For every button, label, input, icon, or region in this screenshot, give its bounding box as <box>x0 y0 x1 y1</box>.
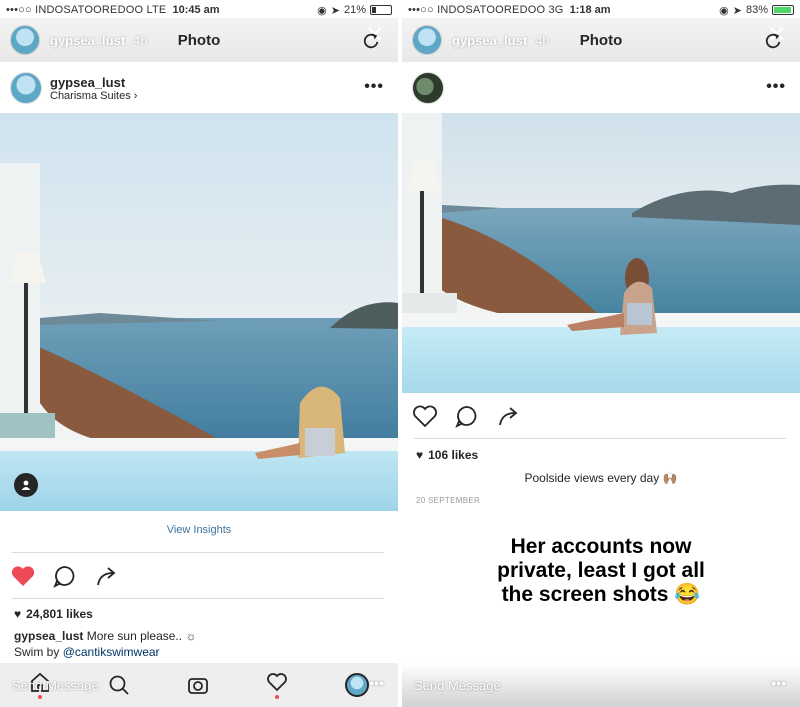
post-avatar[interactable] <box>412 72 444 104</box>
story-header: gypsea_lust 4h Photo ✕ <box>402 18 800 62</box>
more-options-icon[interactable]: ••• <box>369 675 384 691</box>
likes-label: 106 likes <box>428 448 479 462</box>
post-actions <box>412 404 522 428</box>
divider <box>12 552 384 553</box>
divider <box>12 598 384 599</box>
caption-username[interactable]: gypsea_lust <box>14 629 83 643</box>
search-icon <box>109 675 129 695</box>
overlay-line-2: private, least I got all <box>497 559 705 582</box>
status-bar: •••○○ INDOSATOOREDOO LTE 10:45 am ◉ ➤ 21… <box>0 0 398 20</box>
chevron-right-icon: › <box>133 89 138 102</box>
divider <box>414 438 786 439</box>
carrier-label: •••○○ INDOSATOOREDOO LTE <box>6 4 167 16</box>
post-username[interactable]: gypsea_lust <box>50 75 137 90</box>
comment-icon[interactable] <box>52 564 78 588</box>
post-photo[interactable] <box>0 113 398 511</box>
heart-small-icon: ♥ <box>14 607 22 621</box>
post-header: ••• <box>402 64 800 112</box>
post-header: gypsea_lust Charisma Suites › ••• <box>0 64 398 112</box>
post-actions <box>10 564 120 588</box>
post-photo[interactable] <box>402 113 800 393</box>
clock: 1:18 am <box>569 4 611 16</box>
battery-percent: 21% <box>343 4 366 16</box>
post-date: 20 SEPTEMBER <box>416 496 481 505</box>
more-options-icon[interactable]: ••• <box>771 675 786 691</box>
heart-icon[interactable] <box>412 404 438 428</box>
battery-icon <box>370 5 392 15</box>
pool-view-image <box>402 113 800 393</box>
profile-avatar <box>345 673 370 697</box>
story-username[interactable]: gypsea_lust <box>452 33 527 48</box>
overlay-line-1: Her accounts now <box>510 535 692 558</box>
alarm-icon: ◉ <box>719 4 729 17</box>
tab-activity[interactable] <box>266 671 288 699</box>
story-avatar[interactable] <box>412 25 442 55</box>
notification-dot <box>275 695 280 699</box>
view-insights-link[interactable]: View Insights <box>0 524 398 536</box>
alarm-icon: ◉ <box>317 4 327 17</box>
story-avatar[interactable] <box>10 25 40 55</box>
caption-text: More sun please.. ☼ <box>86 629 197 643</box>
story-age: 4h <box>535 32 550 48</box>
tab-search[interactable] <box>108 674 130 696</box>
likes-count[interactable]: ♥ 24,801 likes <box>14 607 93 621</box>
send-message-input[interactable]: Send Message <box>12 678 99 693</box>
refresh-icon[interactable] <box>362 32 380 50</box>
location-icon: ➤ <box>732 4 742 17</box>
story-age: 4h <box>133 32 148 48</box>
notification-dot <box>37 695 42 699</box>
story-header: gypsea_lust 4h Photo ✕ <box>0 18 398 62</box>
heart-small-icon: ♥ <box>416 448 424 462</box>
status-bar: •••○○ INDOSATOOREDOO 3G 1:18 am ◉ ➤ 83% <box>402 0 800 20</box>
location-icon: ➤ <box>330 4 340 17</box>
comment-icon[interactable] <box>454 404 480 428</box>
caption-line2: Swim by <box>14 645 63 659</box>
caption-mention[interactable]: @cantikswimwear <box>63 645 160 659</box>
pool-view-image <box>0 113 398 511</box>
location-label: Charisma Suites <box>50 89 131 102</box>
post-avatar[interactable] <box>10 72 42 104</box>
post-caption: gypsea_lust More sun please.. ☼ Swim by … <box>14 628 196 660</box>
post-caption: Poolside views every day 🙌🏽 <box>524 471 678 485</box>
carrier-label: •••○○ INDOSATOOREDOO 3G <box>408 4 564 16</box>
overlay-line-3: the screen shots 😂 <box>501 583 701 606</box>
likes-label: 24,801 likes <box>26 607 93 621</box>
send-message-input[interactable]: Send Message <box>414 678 501 693</box>
post-meta: gypsea_lust Charisma Suites › <box>50 75 137 102</box>
tab-profile[interactable] <box>345 673 370 697</box>
refresh-icon[interactable] <box>764 32 782 50</box>
battery-percent: 83% <box>745 4 768 16</box>
status-right: ◉ ➤ 21% <box>317 4 392 17</box>
story-panel-left: •••○○ INDOSATOOREDOO LTE 10:45 am ◉ ➤ 21… <box>0 0 398 707</box>
tab-camera[interactable] <box>187 674 209 696</box>
story-overlay-text: Her accounts now private, least I got al… <box>402 535 800 607</box>
more-icon[interactable]: ••• <box>766 78 786 96</box>
battery-icon <box>772 5 794 15</box>
clock: 10:45 am <box>172 4 220 16</box>
story-panel-right: •••○○ INDOSATOOREDOO 3G 1:18 am ◉ ➤ 83% … <box>402 0 800 707</box>
more-icon[interactable]: ••• <box>364 78 384 96</box>
camera-icon <box>188 678 208 694</box>
status-right: ◉ ➤ 83% <box>719 4 794 17</box>
share-icon[interactable] <box>496 404 522 428</box>
share-icon[interactable] <box>94 564 120 588</box>
likes-count[interactable]: ♥ 106 likes <box>416 448 478 462</box>
heart-icon[interactable] <box>10 564 36 588</box>
activity-icon <box>267 673 288 692</box>
user-tag-icon[interactable] <box>14 473 38 497</box>
post-location[interactable]: Charisma Suites › <box>50 90 137 102</box>
story-username[interactable]: gypsea_lust <box>50 33 125 48</box>
